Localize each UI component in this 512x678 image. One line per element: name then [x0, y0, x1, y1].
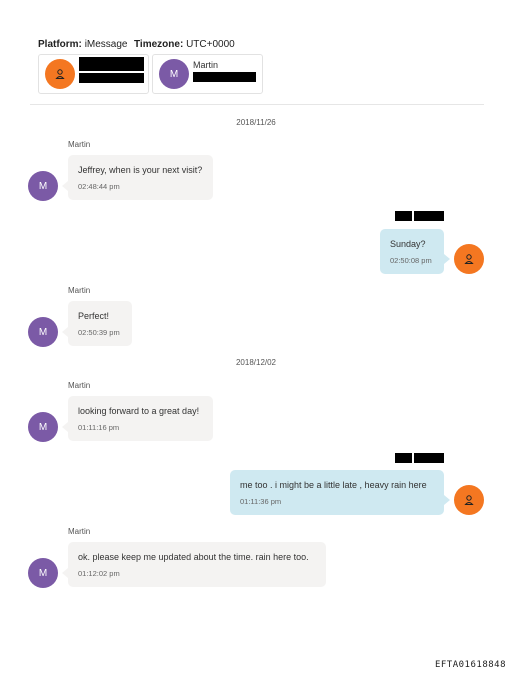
divider [30, 104, 484, 105]
message-time: 02:50:39 pm [78, 328, 120, 337]
date-separator: 2018/11/26 [236, 118, 276, 127]
person-icon [55, 69, 65, 79]
message-bubble: Perfect! 02:50:39 pm [68, 301, 132, 346]
message-time: 02:50:08 pm [390, 256, 432, 265]
sender-name: Martin [68, 140, 91, 149]
message-text: Jeffrey, when is your next visit? [78, 165, 203, 175]
redacted-detail [193, 72, 256, 82]
message-text: looking forward to a great day! [78, 406, 200, 416]
timezone-value: UTC+0000 [186, 39, 235, 50]
message-bubble: looking forward to a great day! 01:11:16… [68, 396, 213, 441]
document-id: EFTA01618848 [434, 660, 506, 670]
avatar [454, 244, 484, 274]
avatar-initial: M [38, 421, 48, 433]
redacted-sender [395, 453, 412, 463]
bubble-tail [444, 495, 450, 505]
avatar: M [159, 59, 189, 89]
redacted-name [79, 57, 144, 71]
message-time: 02:48:44 pm [78, 182, 120, 191]
message-text: ok. please keep me updated about the tim… [78, 552, 309, 562]
message-time: 01:11:16 pm [78, 423, 120, 432]
timezone-label: Timezone: [134, 39, 184, 50]
avatar-initial: M [169, 68, 179, 80]
bubble-tail [444, 254, 450, 264]
message-text: Sunday? [390, 239, 426, 249]
redacted-sender [414, 211, 444, 221]
date-separator: 2018/12/02 [235, 358, 277, 367]
person-icon [464, 495, 474, 505]
platform-label: Platform: [38, 39, 82, 50]
message-bubble: Jeffrey, when is your next visit? 02:48:… [68, 155, 213, 200]
avatar-initial: M [38, 567, 48, 579]
avatar: M [28, 558, 58, 588]
redacted-sender [395, 211, 412, 221]
person-icon [464, 254, 474, 264]
avatar-initial: M [38, 326, 48, 338]
sender-name: Martin [68, 286, 91, 295]
message-bubble: ok. please keep me updated about the tim… [68, 542, 326, 587]
message-time: 01:11:36 pm [240, 497, 282, 506]
redacted-detail [79, 73, 144, 83]
avatar-initial: M [38, 180, 48, 192]
participant-card-self [38, 54, 149, 94]
message-bubble: me too . i might be a little late , heav… [230, 470, 444, 515]
sender-name: Martin [68, 381, 91, 390]
message-text: Perfect! [78, 311, 110, 321]
platform-info: Platform: iMessage [38, 39, 128, 50]
redacted-sender [414, 453, 444, 463]
participant-card-martin: M Martin [152, 54, 263, 94]
avatar [45, 59, 75, 89]
message-bubble: Sunday? 02:50:08 pm [380, 229, 444, 274]
message-time: 01:12:02 pm [78, 569, 120, 578]
participant-name: Martin [193, 60, 219, 70]
message-text: me too . i might be a little late , heav… [240, 480, 427, 490]
avatar: M [28, 317, 58, 347]
timezone-info: Timezone: UTC+0000 [134, 39, 235, 50]
avatar: M [28, 171, 58, 201]
sender-name: Martin [68, 527, 91, 536]
platform-value: iMessage [84, 39, 128, 50]
avatar: M [28, 412, 58, 442]
avatar [454, 485, 484, 515]
